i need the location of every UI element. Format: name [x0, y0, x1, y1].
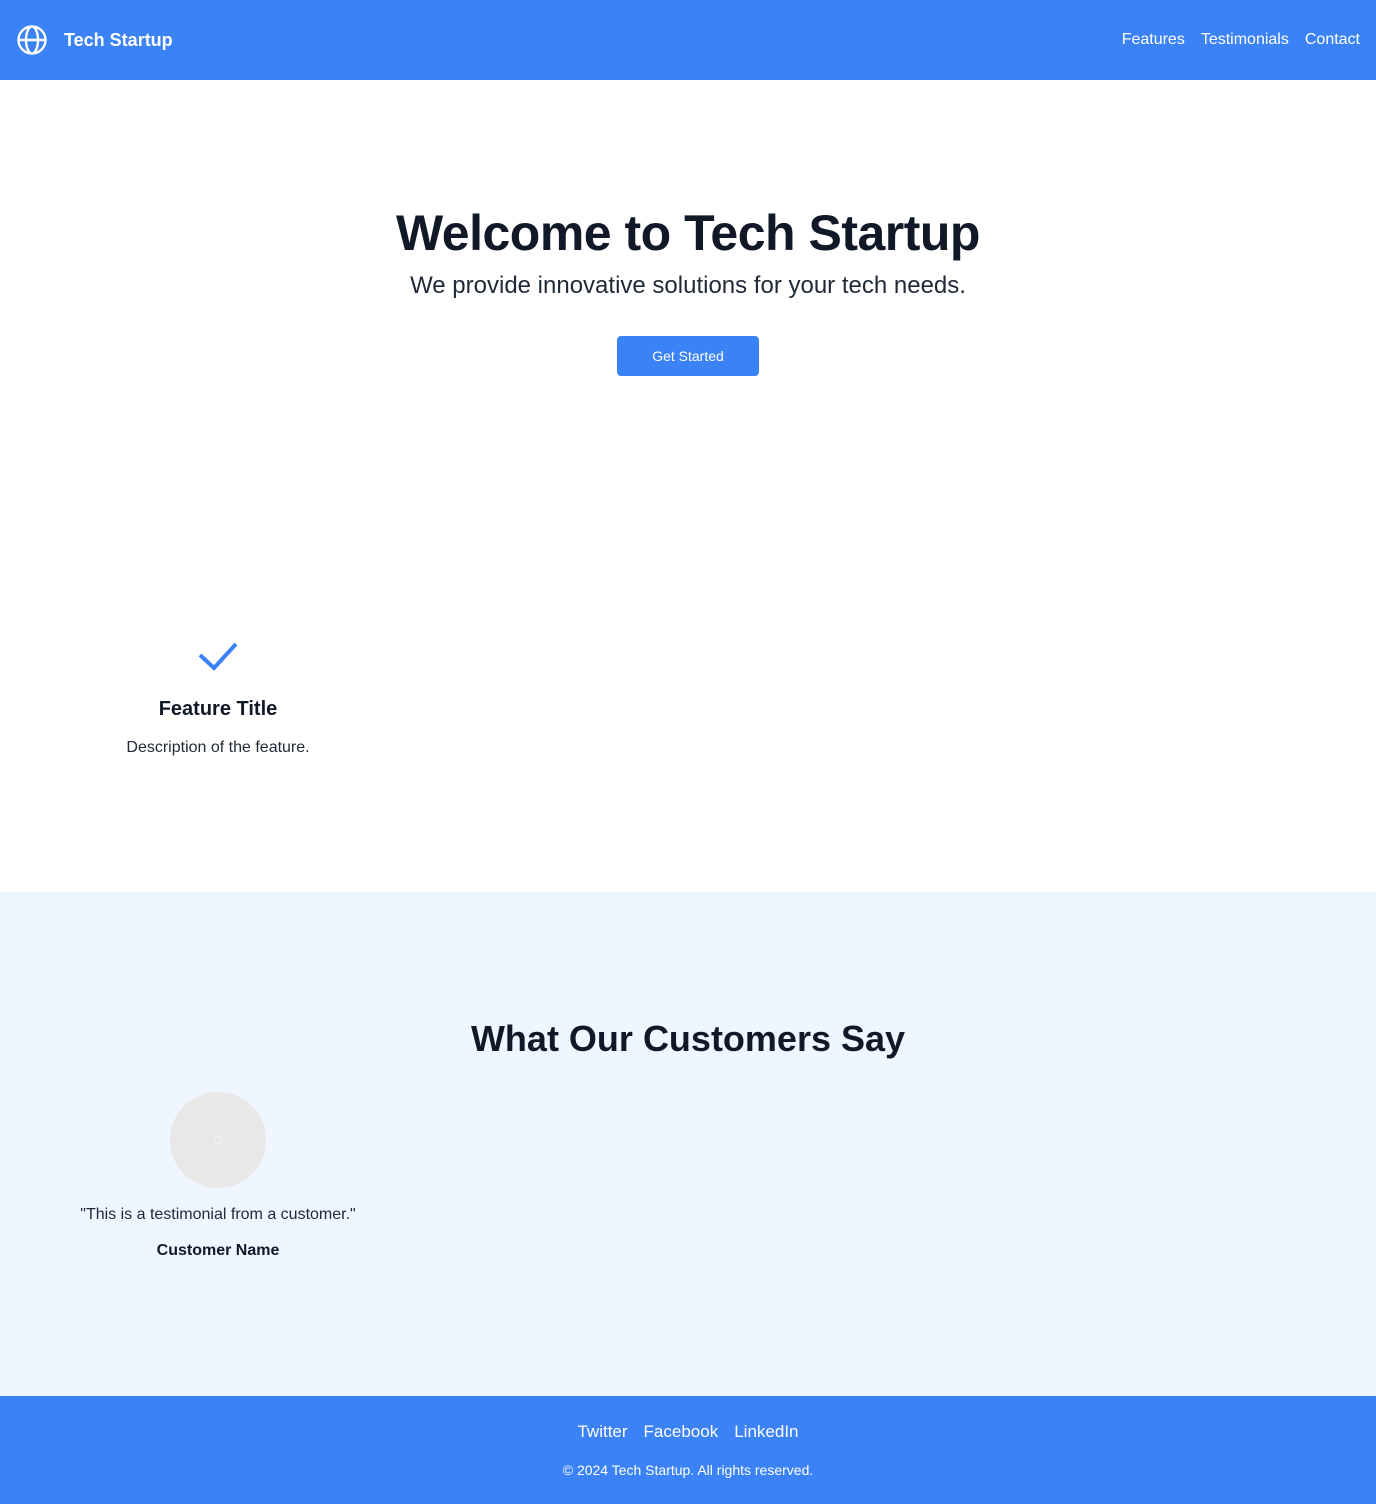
copyright-text: © 2024 Tech Startup. All rights reserved…	[562, 1462, 814, 1478]
testimonials-heading: What Our Customers Say	[470, 1018, 906, 1059]
hero-subtitle: We provide innovative solutions for your…	[410, 272, 966, 299]
site-header: Tech Startup Features Testimonials Conta…	[0, 0, 1376, 80]
features-section: Feature Title Description of the feature…	[0, 532, 1376, 892]
hero-title: Welcome to Tech Startup	[396, 205, 980, 261]
nav-link-features[interactable]: Features	[1122, 31, 1185, 49]
social-link-linkedin[interactable]: LinkedIn	[734, 1422, 798, 1442]
brand[interactable]: Tech Startup	[16, 24, 173, 56]
feature-card: Feature Title Description of the feature…	[68, 636, 368, 757]
avatar	[170, 1092, 266, 1188]
nav-link-contact[interactable]: Contact	[1305, 31, 1360, 49]
testimonial-card: "This is a testimonial from a customer."…	[48, 1092, 388, 1260]
hero-section: Welcome to Tech Startup We provide innov…	[0, 80, 1376, 532]
feature-title: Feature Title	[158, 698, 278, 720]
check-icon	[198, 636, 238, 676]
testimonial-quote: "This is a testimonial from a customer."	[80, 1206, 356, 1223]
customer-name: Customer Name	[156, 1242, 280, 1259]
site-footer: Twitter Facebook LinkedIn © 2024 Tech St…	[0, 1396, 1376, 1504]
social-links: Twitter Facebook LinkedIn	[0, 1422, 1376, 1442]
social-link-facebook[interactable]: Facebook	[644, 1422, 719, 1442]
globe-icon	[16, 24, 48, 56]
get-started-button[interactable]: Get Started	[617, 336, 759, 376]
feature-description: Description of the feature.	[126, 739, 310, 756]
nav-link-testimonials[interactable]: Testimonials	[1201, 31, 1289, 49]
social-link-twitter[interactable]: Twitter	[577, 1422, 627, 1442]
testimonials-section: What Our Customers Say "This is a testim…	[0, 892, 1376, 1396]
main-nav: Features Testimonials Contact	[1122, 31, 1360, 49]
brand-name: Tech Startup	[64, 29, 173, 50]
avatar-placeholder-icon	[214, 1136, 222, 1144]
